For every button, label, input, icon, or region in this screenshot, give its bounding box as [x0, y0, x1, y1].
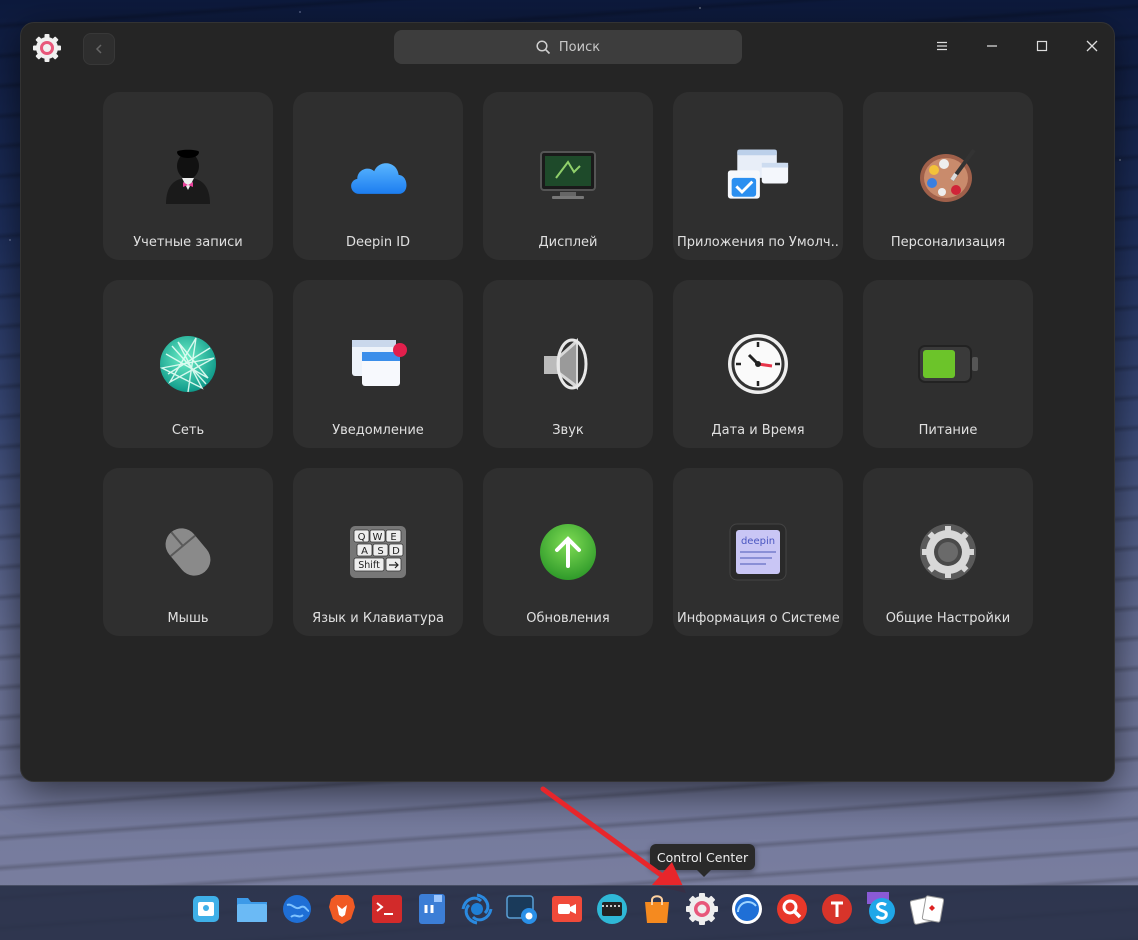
- dock: [0, 885, 1138, 940]
- mouse-icon: [156, 520, 220, 584]
- app-store-icon[interactable]: [639, 891, 675, 927]
- speaker-icon: [536, 332, 600, 396]
- tile-label: Обновления: [526, 611, 610, 626]
- minimize-button[interactable]: [981, 35, 1003, 57]
- tile-sound[interactable]: Звук: [483, 280, 653, 448]
- update-arrow-icon: [536, 520, 600, 584]
- brave-icon[interactable]: [324, 891, 360, 927]
- tile-power[interactable]: Питание: [863, 280, 1033, 448]
- control-center-window: Поиск Учетные записи Deepin ID Дисплей П…: [20, 22, 1115, 782]
- dock-tooltip: Control Center: [650, 844, 755, 870]
- tile-label: Deepin ID: [345, 235, 411, 250]
- clock-icon: [726, 332, 790, 396]
- tile-label: Информация о Системе: [677, 611, 839, 626]
- tile-label: Персонализация: [890, 235, 1006, 250]
- tile-label: Уведомление: [332, 423, 424, 438]
- svg-text:E: E: [390, 532, 396, 543]
- text-editor-icon[interactable]: [414, 891, 450, 927]
- tile-mouse[interactable]: Мышь: [103, 468, 273, 636]
- tile-label: Питание: [918, 423, 978, 438]
- network-globe-icon: [156, 332, 220, 396]
- file-manager-icon[interactable]: [234, 891, 270, 927]
- tile-system-info[interactable]: deepin Информация о Системе: [673, 468, 843, 636]
- tile-display[interactable]: Дисплей: [483, 92, 653, 260]
- tile-label: Дата и Время: [711, 423, 805, 438]
- screen-recorder-icon[interactable]: [549, 891, 585, 927]
- tile-label: Мышь: [167, 611, 209, 626]
- control-center-icon[interactable]: [684, 891, 720, 927]
- deepin-icon[interactable]: [459, 891, 495, 927]
- tile-updates[interactable]: Обновления: [483, 468, 653, 636]
- svg-text:A: A: [361, 546, 368, 557]
- svg-text:Q: Q: [358, 532, 366, 543]
- search-icon: [536, 39, 550, 54]
- search-placeholder: Поиск: [558, 39, 601, 55]
- tile-personalization[interactable]: Персонализация: [863, 92, 1033, 260]
- tile-notification[interactable]: Уведомление: [293, 280, 463, 448]
- back-button[interactable]: [83, 33, 115, 65]
- menu-icon: [937, 41, 947, 51]
- system-info-icon: deepin: [726, 520, 790, 584]
- maximize-button[interactable]: [1031, 35, 1053, 57]
- tile-label: Приложения по Умолч...: [677, 235, 839, 250]
- display-icon: [536, 144, 600, 208]
- search-app-icon[interactable]: [774, 891, 810, 927]
- close-button[interactable]: [1081, 35, 1103, 57]
- font-manager-icon[interactable]: [819, 891, 855, 927]
- tile-date-time[interactable]: Дата и Время: [673, 280, 843, 448]
- tile-label: Общие Настройки: [885, 611, 1011, 626]
- tile-label: Учетные записи: [133, 235, 243, 250]
- tile-language-keyboard[interactable]: Q W E A S D Shift Язык и Клавиатура: [293, 468, 463, 636]
- video-player-icon[interactable]: [594, 891, 630, 927]
- close-icon: [1086, 40, 1098, 52]
- maximize-icon: [1036, 40, 1048, 52]
- tile-general-settings[interactable]: Общие Настройки: [863, 468, 1033, 636]
- tile-label: Дисплей: [538, 235, 598, 250]
- menu-button[interactable]: [931, 35, 953, 57]
- titlebar: Поиск: [21, 23, 1114, 73]
- cloud-icon: [346, 144, 410, 208]
- notification-icon: [346, 332, 410, 396]
- skype-icon[interactable]: [864, 891, 900, 927]
- svg-text:W: W: [373, 532, 383, 543]
- svg-text:S: S: [377, 546, 383, 557]
- browser-icon[interactable]: [279, 891, 315, 927]
- svg-text:deepin: deepin: [741, 536, 775, 547]
- tile-default-apps[interactable]: Приложения по Умолч...: [673, 92, 843, 260]
- tile-network[interactable]: Сеть: [103, 280, 273, 448]
- tile-label: Звук: [552, 423, 584, 438]
- tile-label: Сеть: [171, 423, 205, 438]
- tile-accounts[interactable]: Учетные записи: [103, 92, 273, 260]
- terminal-icon[interactable]: [369, 891, 405, 927]
- chevron-left-icon: [95, 44, 102, 54]
- minimize-icon: [987, 45, 997, 47]
- system-monitor-icon[interactable]: [729, 891, 765, 927]
- accounts-icon: [156, 144, 220, 208]
- tooltip-tail: [697, 870, 711, 877]
- screenshot-icon[interactable]: [504, 891, 540, 927]
- search-input[interactable]: Поиск: [394, 30, 742, 64]
- launcher-icon[interactable]: [188, 891, 224, 927]
- battery-icon: [916, 332, 980, 396]
- default-apps-icon: [726, 144, 790, 208]
- palette-icon: [916, 144, 980, 208]
- svg-text:D: D: [392, 546, 400, 557]
- settings-grid: Учетные записи Deepin ID Дисплей Приложе…: [103, 92, 1033, 652]
- keyboard-icon: Q W E A S D Shift: [346, 520, 410, 584]
- tile-deepin-id[interactable]: Deepin ID: [293, 92, 463, 260]
- svg-text:Shift: Shift: [358, 560, 380, 571]
- tile-label: Язык и Клавиатура: [312, 611, 444, 626]
- control-center-logo-icon: [33, 34, 61, 62]
- gear-icon: [916, 520, 980, 584]
- solitaire-icon[interactable]: [909, 891, 945, 927]
